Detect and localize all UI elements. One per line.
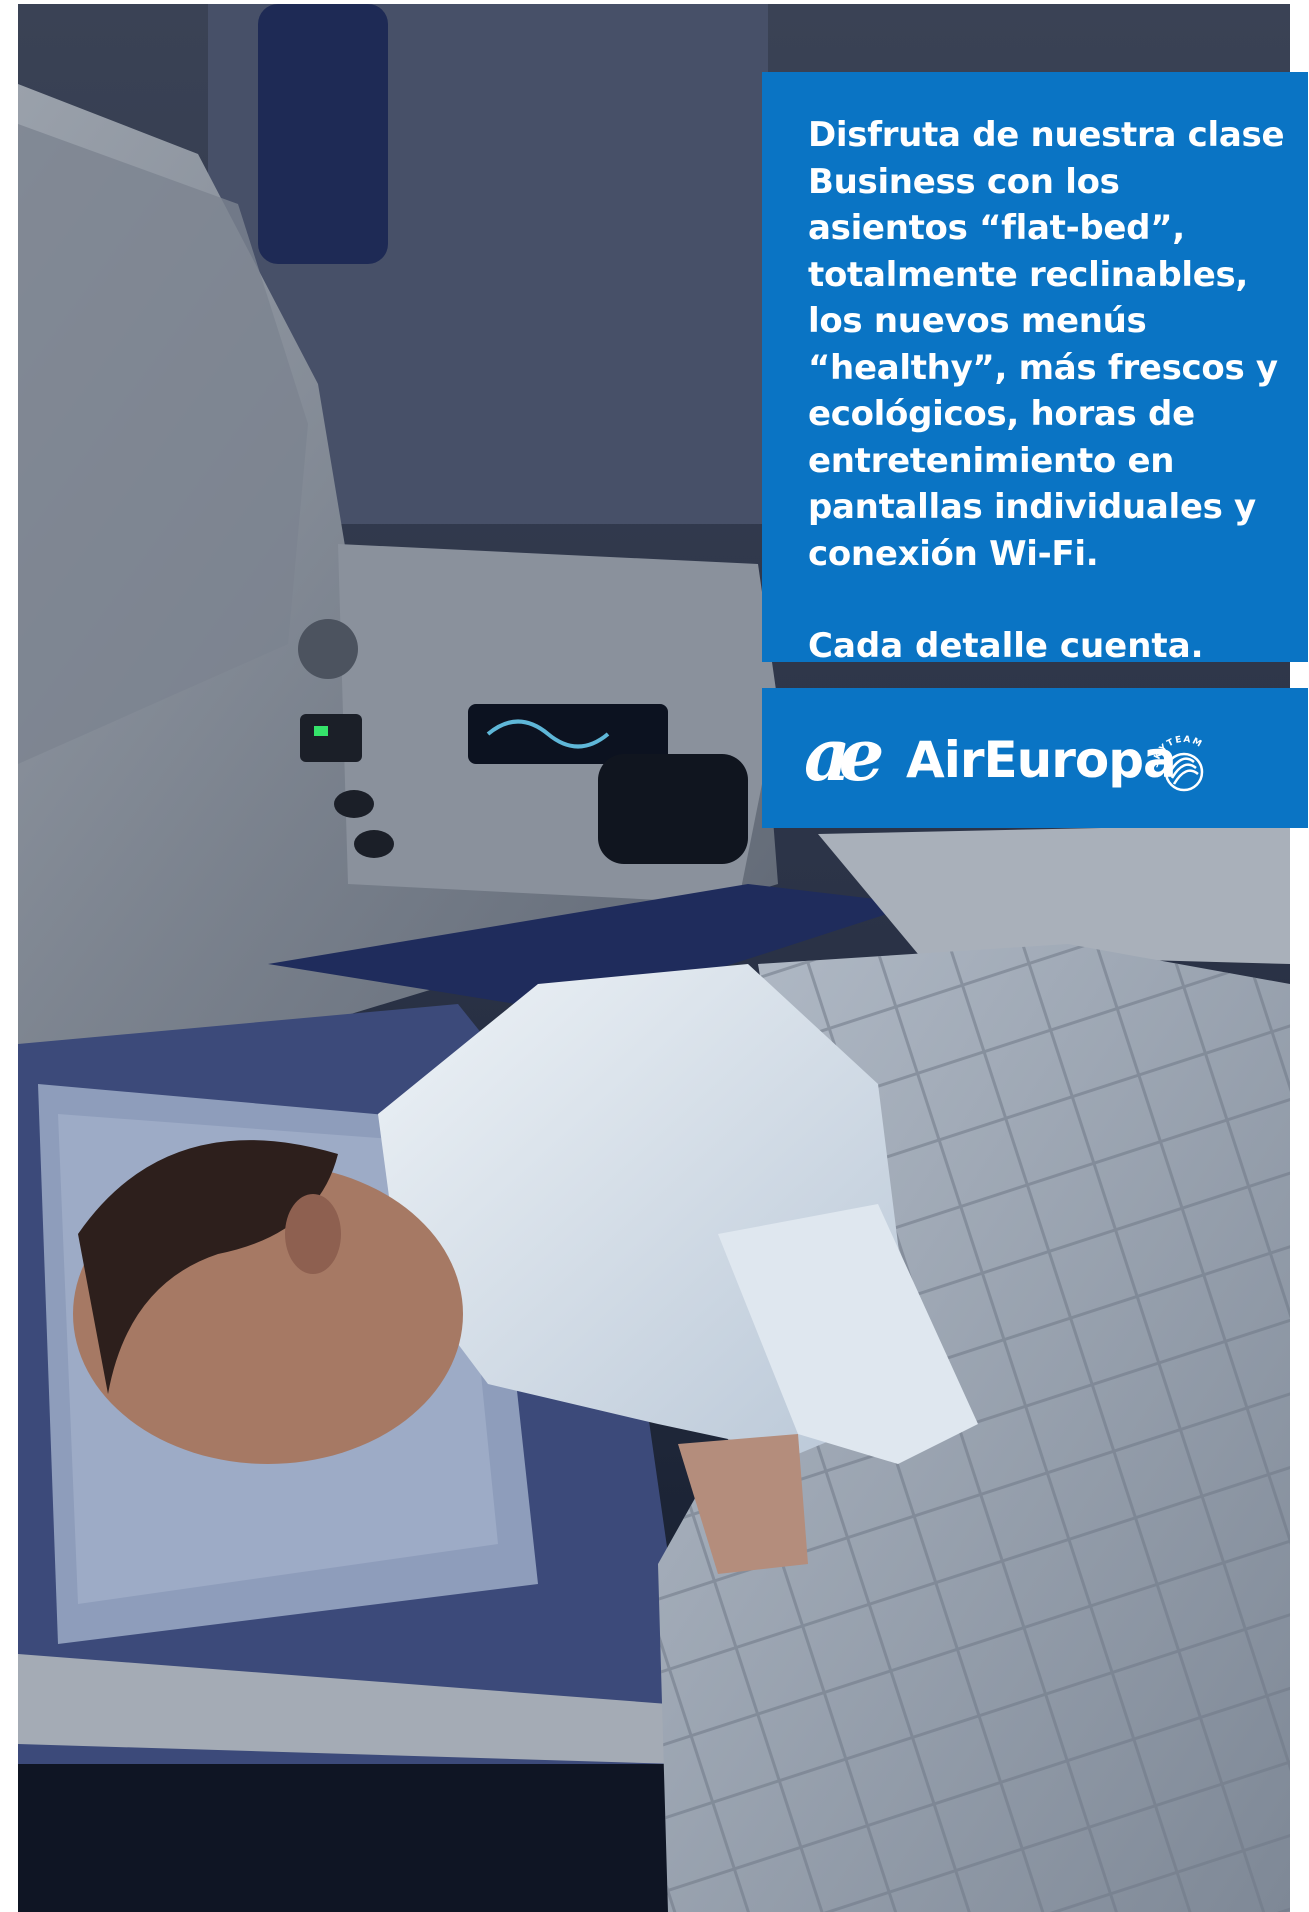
brand-name: AirEuropa xyxy=(906,731,1177,789)
air-europa-ae-logo-icon: ae xyxy=(804,712,904,797)
headline: Disfruta de nuestra clase Business con l… xyxy=(808,115,1285,574)
svg-text:ae: ae xyxy=(804,720,882,790)
tagline: Cada detalle cuenta. xyxy=(808,626,1204,666)
brand-logo-panel: ae AirEuropa SKYTEAM xyxy=(762,688,1308,828)
promo-text-panel: Disfruta de nuestra clase Business con l… xyxy=(762,72,1308,666)
skyteam-logo-icon: SKYTEAM xyxy=(1148,728,1220,804)
